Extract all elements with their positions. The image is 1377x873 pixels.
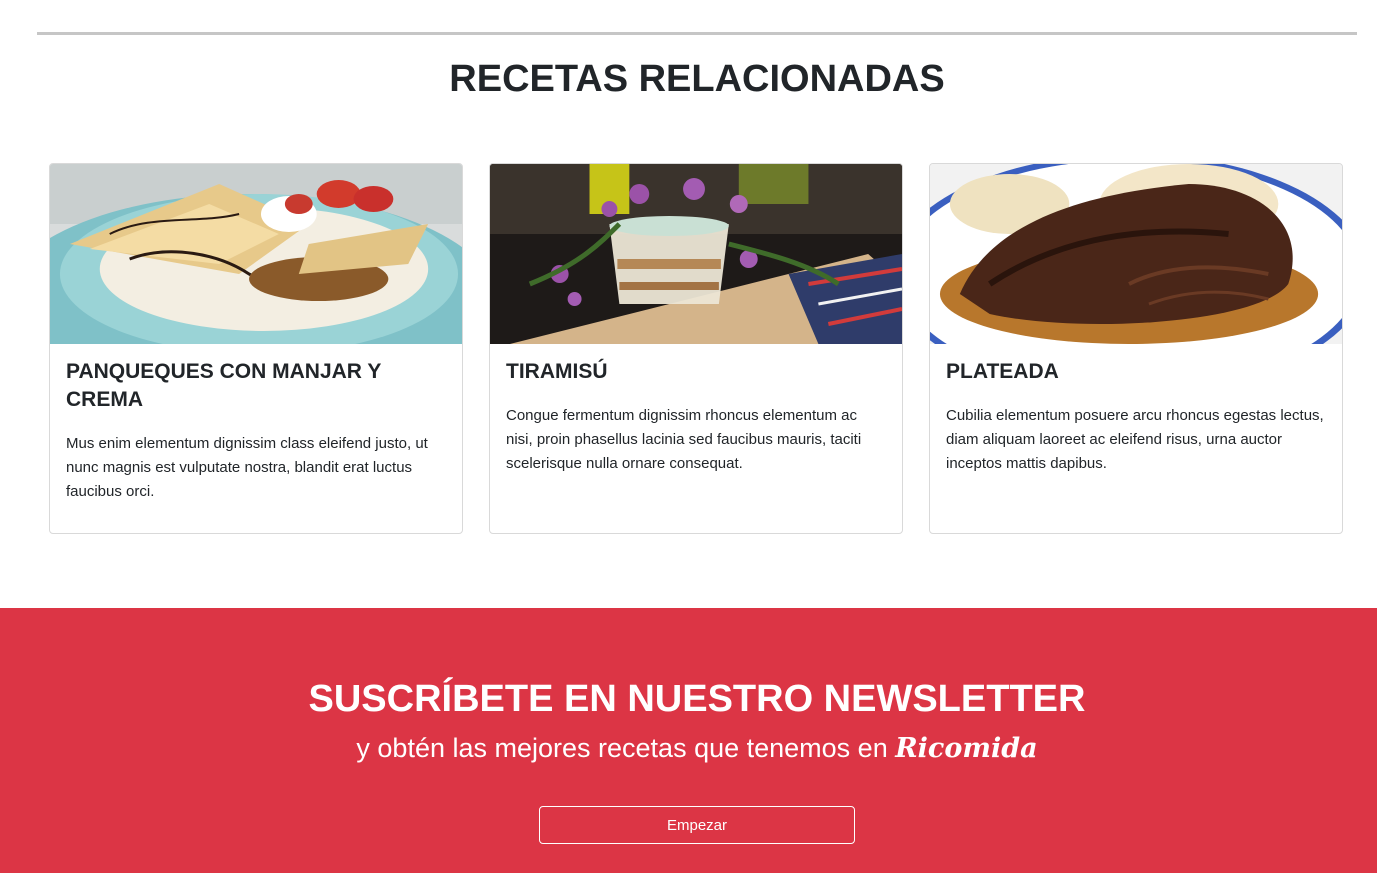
start-button[interactable]: Empezar	[539, 806, 855, 844]
plateada-photo[interactable]	[930, 164, 1342, 344]
newsletter-subtitle-text: y obtén las mejores recetas que tenemos …	[356, 733, 888, 763]
recipe-card-tiramisu[interactable]: TIRAMISÚ Congue fermentum dignissim rhon…	[489, 163, 903, 534]
recipe-card-text: Congue fermentum dignissim rhoncus eleme…	[506, 407, 862, 472]
brand-name: Ricomida	[895, 733, 1038, 764]
recipe-card-title[interactable]: PLATEADA	[946, 358, 1326, 386]
section-divider	[37, 32, 1357, 35]
recipe-card-title[interactable]: PANQUEQUES CON MANJAR Y CREMA	[66, 358, 446, 414]
pancakes-photo[interactable]	[50, 164, 462, 344]
newsletter-section: SUSCRÍBETE EN NUESTRO NEWSLETTER y obtén…	[0, 608, 1377, 873]
recipe-card-panqueques[interactable]: PANQUEQUES CON MANJAR Y CREMA Mus enim e…	[49, 163, 463, 534]
recipe-card-plateada[interactable]: PLATEADA Cubilia elementum posuere arcu …	[929, 163, 1343, 534]
newsletter-subtitle: y obtén las mejores recetas que tenemos …	[0, 733, 1377, 764]
recipe-card-text: Mus enim elementum dignissim class eleif…	[66, 435, 428, 500]
newsletter-title: SUSCRÍBETE EN NUESTRO NEWSLETTER	[308, 678, 1086, 720]
recipe-card-text: Cubilia elementum posuere arcu rhoncus e…	[946, 407, 1324, 472]
recipe-card-title[interactable]: TIRAMISÚ	[506, 358, 886, 386]
tiramisu-photo[interactable]	[490, 164, 902, 344]
related-recipes-title: RECETAS RELACIONADAS	[449, 58, 945, 100]
